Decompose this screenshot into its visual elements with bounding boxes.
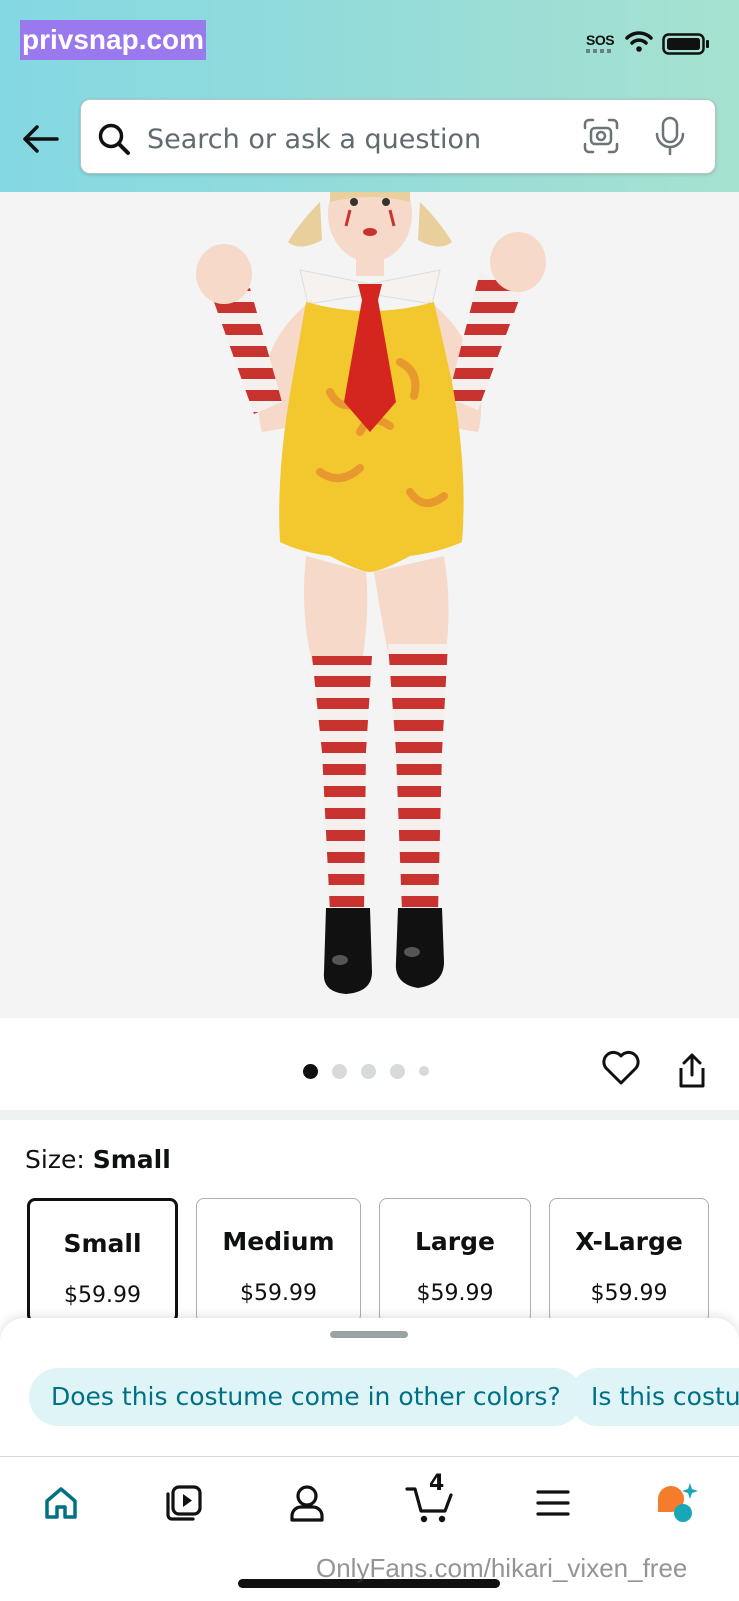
nav-cart-button[interactable]: 4 [402,1471,458,1531]
menu-icon [536,1490,570,1516]
nav-rufus-button[interactable] [648,1475,704,1531]
size-option-name: Small [63,1229,142,1258]
ask-suggestions-sheet[interactable]: Does this costume come in other colors? … [0,1318,739,1456]
nav-account-button[interactable] [279,1475,335,1531]
back-button[interactable] [18,117,62,161]
signal-dots-icon [586,49,614,53]
product-image[interactable] [0,192,739,1018]
size-label-text: Size: [25,1145,93,1174]
search-icon [98,123,130,155]
size-selected-value: Small [92,1145,171,1174]
size-option-small[interactable]: Small $59.99 [27,1198,178,1323]
user-icon [290,1485,324,1522]
status-sos-label: SOS [586,32,615,48]
home-icon [45,1487,77,1519]
battery-icon [662,33,709,55]
arrow-left-icon [23,125,59,153]
size-option-price: $59.99 [416,1281,494,1306]
sheet-drag-handle[interactable] [330,1331,408,1338]
pager-dot-active[interactable] [303,1063,318,1079]
camera-search-icon[interactable] [583,118,619,154]
size-option-price: $59.99 [240,1281,317,1306]
size-option-medium[interactable]: Medium $59.99 [196,1198,361,1323]
size-option-large[interactable]: Large $59.99 [379,1198,531,1323]
nav-video-button[interactable] [156,1475,212,1531]
costume-photo [196,192,546,994]
search-placeholder: Search or ask a question [147,124,482,155]
search-input[interactable]: Search or ask a question [80,99,716,174]
heart-icon[interactable] [601,1050,641,1086]
suggestion-chip[interactable]: Does this costume come in other colors? [29,1368,583,1426]
image-pager[interactable] [303,1063,443,1079]
microphone-icon[interactable] [654,116,686,156]
section-divider [0,1110,739,1120]
video-play-icon [166,1485,202,1521]
size-option-price: $59.99 [64,1283,141,1308]
app-header: privsnap.com SOS Search or ask a questio… [0,0,739,192]
size-option-name: Medium [222,1227,335,1256]
size-label: Size: Small [25,1145,171,1174]
size-option-price: $59.99 [590,1281,668,1306]
watermark-onlyfans: OnlyFans.com/hikari_vixen_free [316,1553,688,1583]
pager-dot[interactable] [390,1063,405,1079]
pager-dot[interactable] [361,1063,376,1079]
suggestion-chip[interactable]: Is this costur [569,1368,739,1426]
watermark-privsnap: privsnap.com [20,20,207,60]
size-option-name: X-Large [575,1227,683,1256]
nav-home-button[interactable] [33,1475,89,1531]
size-option-name: Large [415,1227,495,1256]
nav-menu-button[interactable] [525,1475,581,1531]
pager-dot[interactable] [332,1063,347,1079]
pager-dot[interactable] [419,1066,429,1076]
cart-count-badge: 4 [429,1471,445,1496]
wifi-icon [625,31,653,52]
rufus-assistant-icon [658,1483,698,1522]
share-icon[interactable] [676,1053,708,1089]
size-option-x-large[interactable]: X-Large $59.99 [549,1198,709,1323]
